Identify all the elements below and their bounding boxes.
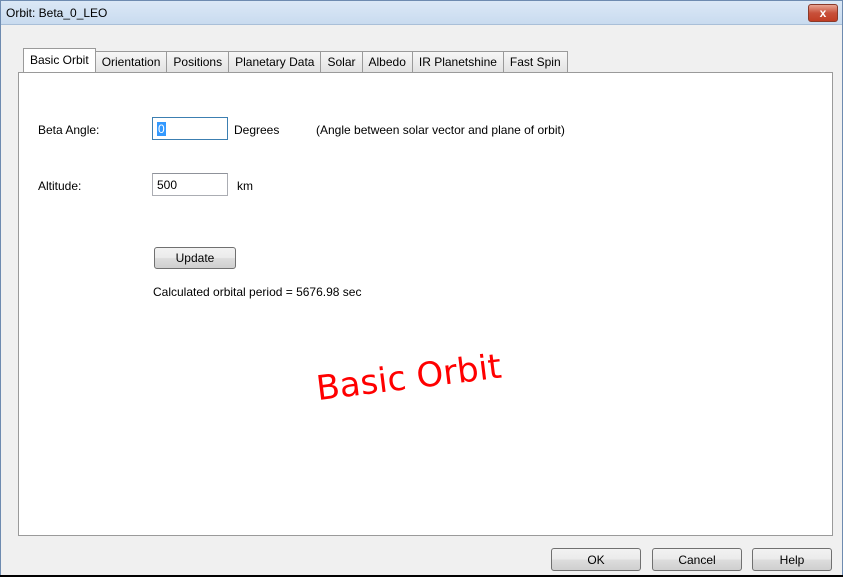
tab-solar[interactable]: Solar [320,51,363,72]
tab-positions[interactable]: Positions [166,51,230,72]
close-button[interactable]: x [808,4,838,22]
altitude-value: 500 [157,178,178,192]
title-bar[interactable]: Orbit: Beta_0_LEO x [1,1,842,25]
close-icon: x [819,6,827,20]
window-title: Orbit: Beta_0_LEO [6,6,108,20]
altitude-unit: km [237,179,253,193]
beta-angle-input[interactable]: 0 [152,117,228,140]
tab-ir-planetshine[interactable]: IR Planetshine [411,51,504,72]
altitude-input[interactable]: 500 [152,173,228,196]
beta-angle-value: 0 [157,122,166,136]
altitude-label: Altitude: [38,179,82,193]
orbital-period-result: Calculated orbital period = 5676.98 sec [153,285,362,299]
beta-angle-unit: Degrees [234,123,280,137]
ok-button[interactable]: OK [551,548,641,571]
tab-albedo[interactable]: Albedo [361,51,413,72]
tab-orientation[interactable]: Orientation [94,51,168,72]
tab-strip: Basic Orbit Orientation Positions Planet… [23,48,568,72]
basic-orbit-panel: Beta Angle: 0 Degrees (Angle between sol… [18,72,833,536]
tab-planetary-data[interactable]: Planetary Data [228,51,322,72]
cancel-button[interactable]: Cancel [652,548,742,571]
tab-fast-spin[interactable]: Fast Spin [502,51,568,72]
help-button[interactable]: Help [752,548,832,571]
orbit-dialog-window: Orbit: Beta_0_LEO x Basic Orbit Orientat… [0,0,843,577]
tab-basic-orbit[interactable]: Basic Orbit [23,48,96,72]
update-button[interactable]: Update [154,247,236,269]
beta-angle-note: (Angle between solar vector and plane of… [316,123,565,137]
beta-angle-label: Beta Angle: [38,123,100,137]
